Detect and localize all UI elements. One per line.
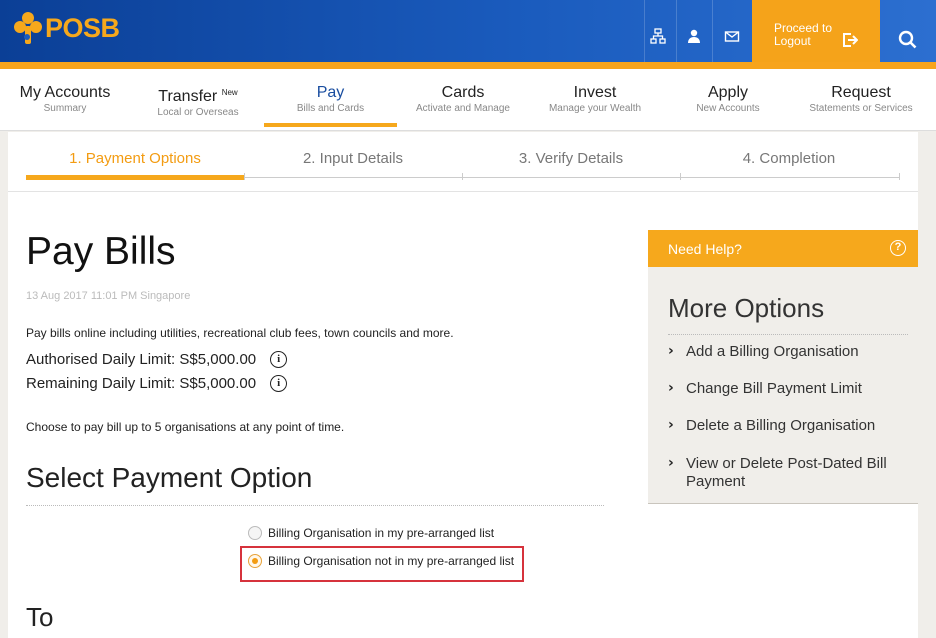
option-not-pre-arranged[interactable]: Billing Organisation not in my pre-arran…: [248, 554, 514, 568]
authorised-limit-row: Authorised Daily Limit: S$5,000.00 i: [26, 351, 288, 368]
main-nav: My Accounts Summary Transfer New Local o…: [0, 69, 936, 131]
logout-button[interactable]: Proceed to Logout: [752, 0, 880, 62]
more-options-panel: More Options › Add a Billing Organisatio…: [648, 267, 918, 504]
step-completion: 4. Completion: [742, 150, 836, 167]
nav-label: Apply: [707, 84, 749, 101]
chevron-right-icon: ›: [668, 380, 674, 396]
link-label: View or Delete Post-Dated Bill Payment: [686, 455, 887, 490]
question-icon: ?: [890, 240, 906, 256]
posb-logo-mark-icon: [14, 12, 42, 44]
logout-label: Proceed to Logout: [774, 21, 833, 48]
authorised-limit: Authorised Daily Limit: S$5,000.00: [26, 351, 257, 368]
nav-label: Invest: [573, 84, 617, 101]
nav-item-invest[interactable]: Invest Manage your Wealth: [538, 69, 652, 131]
nav-item-my-accounts[interactable]: My Accounts Summary: [10, 69, 120, 131]
step-payment-options: 1. Payment Options: [69, 150, 201, 167]
nav-label: Transfer: [158, 88, 218, 105]
radio-button[interactable]: [248, 526, 262, 540]
nav-sublabel: Manage your Wealth: [548, 103, 642, 114]
to-heading: To: [26, 602, 54, 632]
nav-label: My Accounts: [19, 84, 111, 101]
header-accent-strip: [0, 62, 936, 69]
new-badge: New: [221, 88, 238, 97]
link-label: Delete a Billing Organisation: [686, 417, 876, 434]
nav-item-request[interactable]: Request Statements or Services: [804, 69, 918, 131]
nav-sublabel: Activate and Manage: [416, 103, 510, 114]
need-help-bar[interactable]: Need Help? ?: [648, 230, 918, 267]
nav-item-apply[interactable]: Apply New Accounts: [674, 69, 782, 131]
page-description: Pay bills online including utilities, re…: [26, 326, 454, 340]
link-delete-billing-organisation[interactable]: › Delete a Billing Organisation: [668, 417, 908, 435]
nav-sublabel: Bills and Cards: [296, 103, 365, 114]
page-date: 13 Aug 2017 11:01 PM Singapore: [26, 290, 191, 302]
nav-label: Request: [831, 84, 891, 101]
search-button[interactable]: [880, 0, 936, 62]
chevron-right-icon: ›: [668, 343, 674, 359]
step-verify-details: 3. Verify Details: [518, 150, 624, 167]
profile-icon[interactable]: [684, 28, 704, 48]
nav-sublabel: Statements or Services: [809, 103, 913, 114]
nav-sublabel: Local or Overseas: [157, 107, 239, 118]
info-icon[interactable]: i: [270, 375, 288, 392]
option-pre-arranged[interactable]: Billing Organisation in my pre-arranged …: [248, 526, 494, 540]
nav-label: Cards: [441, 84, 485, 101]
more-options-title: More Options: [668, 293, 825, 323]
posb-logo[interactable]: POSB: [14, 12, 120, 44]
nav-label: Pay: [316, 84, 345, 101]
link-change-limit[interactable]: › Change Bill Payment Limit: [668, 380, 908, 398]
nav-item-transfer[interactable]: Transfer New Local or Overseas: [142, 69, 254, 131]
choose-note: Choose to pay bill up to 5 organisations…: [26, 420, 345, 434]
top-bar: POSB Proceed to Logout: [0, 0, 936, 62]
chevron-right-icon: ›: [668, 455, 674, 471]
main-content: 1. Payment Options 2. Input Details 3. V…: [8, 132, 918, 638]
active-nav-indicator: [264, 123, 397, 127]
link-post-dated-payment[interactable]: › View or Delete Post-Dated Bill Payment: [668, 455, 908, 491]
link-add-billing-organisation[interactable]: › Add a Billing Organisation: [668, 343, 908, 361]
nav-sublabel: New Accounts: [696, 103, 760, 114]
step-input-details: 2. Input Details: [302, 150, 404, 167]
need-help-label: Need Help?: [668, 241, 742, 257]
sitemap-icon[interactable]: [648, 28, 668, 48]
section-title: Select Payment Option: [26, 462, 313, 493]
option-label: Billing Organisation in my pre-arranged …: [268, 526, 495, 540]
progress-fill: [26, 175, 244, 180]
nav-item-pay[interactable]: Pay Bills and Cards: [264, 69, 397, 131]
logout-icon: [842, 32, 859, 48]
option-label: Billing Organisation not in my pre-arran…: [268, 554, 515, 568]
brand-name: POSB: [45, 13, 120, 43]
radio-button-selected[interactable]: [248, 554, 262, 568]
nav-sublabel: Summary: [43, 103, 87, 114]
chevron-right-icon: ›: [668, 417, 674, 433]
link-label: Change Bill Payment Limit: [686, 380, 862, 397]
link-label: Add a Billing Organisation: [686, 343, 859, 360]
search-icon: [898, 30, 917, 49]
info-icon[interactable]: i: [270, 351, 288, 368]
page-title: Pay Bills: [26, 230, 176, 273]
progress-bar: [26, 173, 900, 181]
mail-icon[interactable]: [722, 28, 742, 48]
progress-steps: 1. Payment Options 2. Input Details 3. V…: [8, 132, 918, 192]
nav-item-cards[interactable]: Cards Activate and Manage: [406, 69, 520, 131]
section-divider: [26, 505, 604, 506]
remaining-limit: Remaining Daily Limit: S$5,000.00: [26, 375, 257, 392]
remaining-limit-row: Remaining Daily Limit: S$5,000.00 i: [26, 375, 288, 392]
